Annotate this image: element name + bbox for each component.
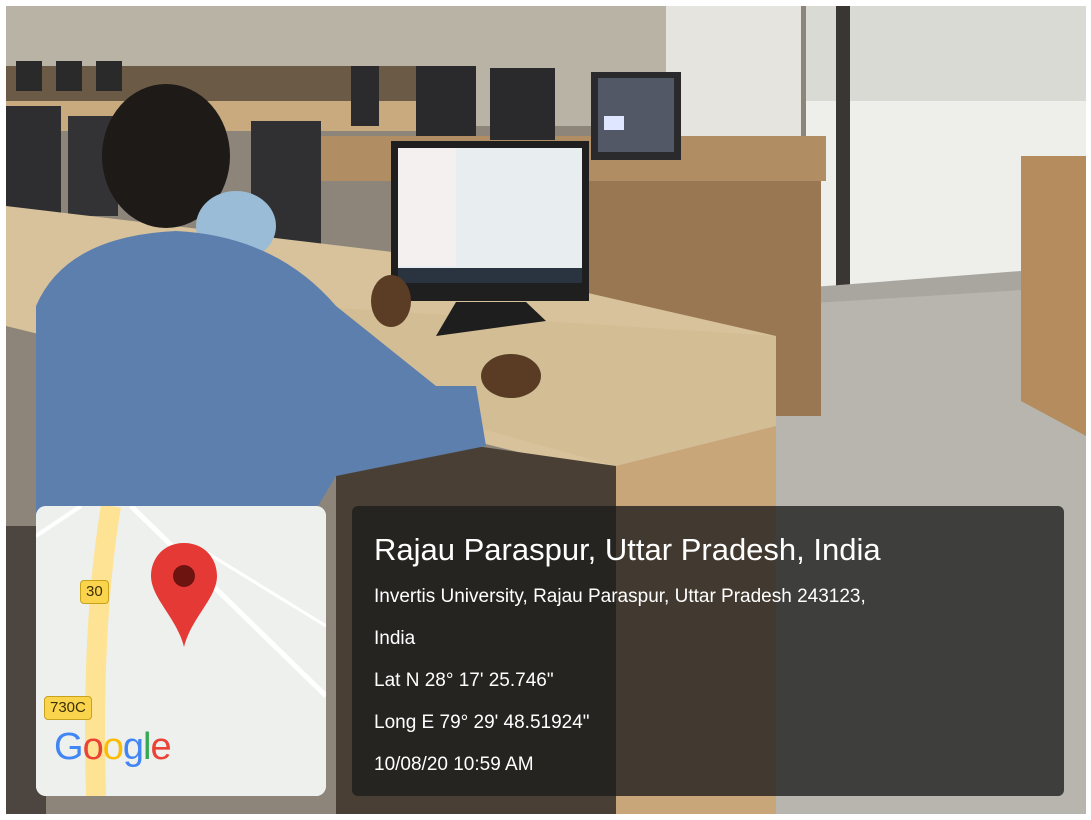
longitude-text: Long E 79° 29' 48.51924" (374, 712, 590, 733)
timestamp-text: 10/08/20 10:59 AM (374, 754, 534, 775)
road-shield-30: 30 (80, 580, 109, 604)
geotagged-photo: 30 730C Google Rajau Paraspur, Uttar Pra… (6, 6, 1086, 814)
location-pin-icon (151, 543, 217, 647)
map-thumbnail: 30 730C Google (36, 506, 326, 796)
road-shield-730c: 730C (44, 696, 92, 720)
google-logo: Google (54, 726, 172, 768)
latitude-text: Lat N 28° 17' 25.746" (374, 670, 554, 691)
location-info-panel: Rajau Paraspur, Uttar Pradesh, India Inv… (352, 506, 1064, 796)
address-line-2: India (374, 628, 416, 649)
address-line-1: Invertis University, Rajau Paraspur, Utt… (374, 586, 866, 607)
place-title: Rajau Paraspur, Uttar Pradesh, India (374, 532, 881, 567)
